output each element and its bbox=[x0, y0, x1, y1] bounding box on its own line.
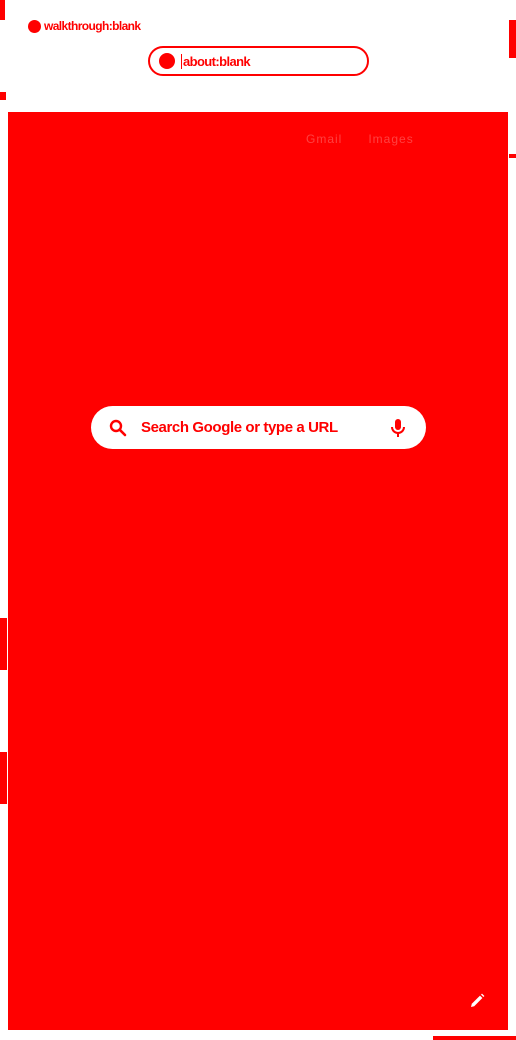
right-edge-fragment bbox=[509, 154, 516, 158]
left-edge-fragment bbox=[0, 752, 7, 804]
tab[interactable]: walkthrough:blank bbox=[28, 18, 141, 34]
microphone-icon[interactable] bbox=[388, 418, 408, 438]
left-edge-fragment bbox=[0, 92, 6, 100]
search-box[interactable]: Search Google or type a URL bbox=[91, 406, 426, 449]
top-links: Gmail Images bbox=[306, 132, 414, 146]
browser-window: walkthrough:blank about:blank Gmail Imag… bbox=[0, 0, 516, 1040]
left-edge-fragment bbox=[0, 618, 7, 670]
search-input[interactable]: Search Google or type a URL bbox=[141, 419, 388, 436]
globe-icon bbox=[28, 19, 41, 33]
bottom-edge-fragment bbox=[433, 1036, 516, 1040]
gmail-link[interactable]: Gmail bbox=[306, 132, 342, 146]
new-tab-page: Gmail Images Search Google or type a URL bbox=[8, 112, 508, 1030]
pencil-icon[interactable] bbox=[468, 992, 486, 1010]
search-icon bbox=[109, 419, 127, 437]
tab-title: walkthrough:blank bbox=[44, 19, 141, 33]
images-link[interactable]: Images bbox=[368, 132, 413, 146]
site-info-icon[interactable] bbox=[159, 53, 175, 69]
left-edge-fragment bbox=[0, 0, 5, 20]
url-text[interactable]: about:blank bbox=[181, 53, 251, 69]
address-bar[interactable]: about:blank bbox=[148, 46, 369, 76]
right-edge-fragment bbox=[509, 20, 516, 58]
